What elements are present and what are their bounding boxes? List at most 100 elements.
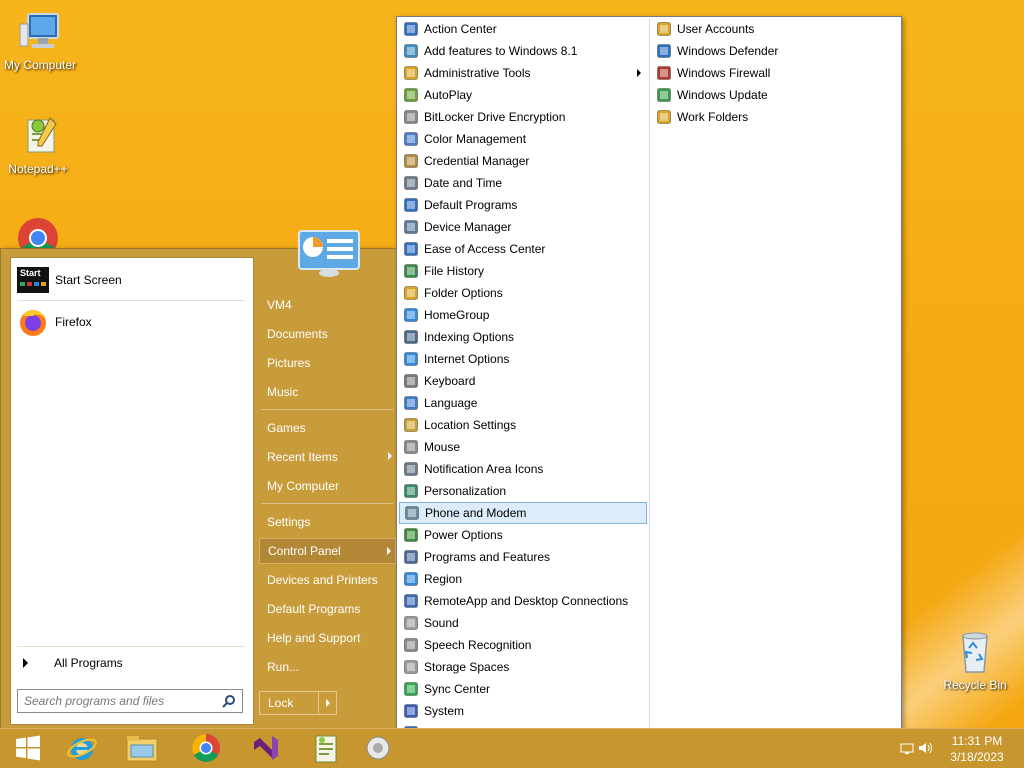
places-default-programs[interactable]: Default Programs (259, 596, 396, 622)
start-button[interactable] (0, 731, 56, 767)
control-panel-item-indexing-options[interactable]: Indexing Options (399, 326, 647, 348)
bitlocker-drive-encryption-icon (403, 109, 419, 125)
control-panel-item-label: Credential Manager (424, 154, 530, 168)
notepad-plus-plus-icon (14, 112, 62, 160)
control-panel-item-label: Notification Area Icons (424, 462, 544, 476)
control-panel-item-date-and-time[interactable]: Date and Time (399, 172, 647, 194)
places-games[interactable]: Games (259, 415, 396, 441)
lock-options-arrow[interactable] (318, 692, 336, 714)
control-panel-item-action-center[interactable]: Action Center (399, 18, 647, 40)
control-panel-item-label: BitLocker Drive Encryption (424, 110, 566, 124)
clock-time: 11:31 PM (951, 734, 1003, 748)
control-panel-item-windows-update[interactable]: Windows Update (652, 84, 900, 106)
power-options-icon (403, 527, 419, 543)
control-panel-item-autoplay[interactable]: AutoPlay (399, 84, 647, 106)
control-panel-item-remoteapp-and-desktop-connections[interactable]: RemoteApp and Desktop Connections (399, 590, 647, 612)
control-panel-item-programs-and-features[interactable]: Programs and Features (399, 546, 647, 568)
control-panel-item-homegroup[interactable]: HomeGroup (399, 304, 647, 326)
control-panel-item-windows-firewall[interactable]: Windows Firewall (652, 62, 900, 84)
control-panel-item-language[interactable]: Language (399, 392, 647, 414)
control-panel-item-speech-recognition[interactable]: Speech Recognition (399, 634, 647, 656)
control-panel-item-notification-area-icons[interactable]: Notification Area Icons (399, 458, 647, 480)
search-box[interactable] (17, 689, 243, 713)
add-features-to-windows-8-1-icon (403, 43, 419, 59)
places-run[interactable]: Run... (259, 654, 396, 680)
sync-center-icon (403, 681, 419, 697)
notification-area-icons-icon (403, 461, 419, 477)
control-panel-item-system[interactable]: System (399, 700, 647, 722)
desktop-icon-recycle-bin[interactable]: Recycle Bin (935, 628, 1015, 692)
control-panel-item-label: Keyboard (424, 374, 476, 388)
control-panel-item-folder-options[interactable]: Folder Options (399, 282, 647, 304)
control-panel-item-ease-of-access-center[interactable]: Ease of Access Center (399, 238, 647, 260)
control-panel-item-credential-manager[interactable]: Credential Manager (399, 150, 647, 172)
windows-defender-icon (656, 43, 672, 59)
taskbar-chrome[interactable] (178, 731, 234, 767)
pinned-firefox[interactable]: Firefox (15, 304, 247, 340)
control-panel-item-label: Add features to Windows 8.1 (424, 44, 578, 58)
network-icon[interactable] (900, 741, 914, 755)
desktop-icon-my-computer[interactable]: My Computer (0, 8, 80, 72)
file-explorer-icon (125, 733, 159, 766)
volume-icon[interactable] (918, 741, 934, 755)
control-panel-item-internet-options[interactable]: Internet Options (399, 348, 647, 370)
all-programs-button[interactable]: All Programs (19, 652, 247, 674)
control-panel-item-work-folders[interactable]: Work Folders (652, 106, 900, 128)
places-settings[interactable]: Settings (259, 509, 396, 535)
control-panel-item-region[interactable]: Region (399, 568, 647, 590)
separator (17, 646, 245, 647)
taskbar-internet-explorer[interactable] (54, 731, 110, 767)
control-panel-item-storage-spaces[interactable]: Storage Spaces (399, 656, 647, 678)
places-devices-and-printers[interactable]: Devices and Printers (259, 567, 396, 593)
places-recent-items[interactable]: Recent Items (259, 444, 396, 470)
control-panel-item-keyboard[interactable]: Keyboard (399, 370, 647, 392)
taskbar-notepad-plus-plus[interactable] (298, 731, 354, 767)
control-panel-item-add-features-to-windows-8-1[interactable]: Add features to Windows 8.1 (399, 40, 647, 62)
control-panel-item-administrative-tools[interactable]: Administrative Tools (399, 62, 647, 84)
places-my-computer[interactable]: My Computer (259, 473, 396, 499)
taskbar-file-explorer[interactable] (114, 731, 170, 767)
places-vm4[interactable]: VM4 (259, 292, 396, 318)
taskbar-visual-studio[interactable] (238, 731, 294, 767)
search-icon[interactable] (222, 694, 236, 711)
control-panel-item-mouse[interactable]: Mouse (399, 436, 647, 458)
device-manager-icon (403, 219, 419, 235)
control-panel-item-bitlocker-drive-encryption[interactable]: BitLocker Drive Encryption (399, 106, 647, 128)
clock[interactable]: 11:31 PM 3/18/2023 (942, 733, 1012, 765)
submenu-arrow-icon (637, 69, 641, 77)
pinned-start-screen[interactable]: Start Start Screen (15, 262, 247, 298)
places-pictures[interactable]: Pictures (259, 350, 396, 376)
desktop-icon-notepad-plus-plus[interactable]: Notepad++ (0, 112, 78, 176)
control-panel-item-sound[interactable]: Sound (399, 612, 647, 634)
control-panel-item-label: Power Options (424, 528, 503, 542)
location-settings-icon (403, 417, 419, 433)
control-panel-item-windows-defender[interactable]: Windows Defender (652, 40, 900, 62)
places-documents[interactable]: Documents (259, 321, 396, 347)
control-panel-item-user-accounts[interactable]: User Accounts (652, 18, 900, 40)
system-icon (403, 703, 419, 719)
taskbar-app-partial[interactable] (358, 731, 398, 767)
control-panel-item-phone-and-modem[interactable]: Phone and Modem (399, 502, 647, 524)
lock-button-group: Lock (259, 691, 337, 715)
control-panel-item-default-programs[interactable]: Default Programs (399, 194, 647, 216)
places-help-and-support[interactable]: Help and Support (259, 625, 396, 651)
control-panel-item-sync-center[interactable]: Sync Center (399, 678, 647, 700)
control-panel-item-power-options[interactable]: Power Options (399, 524, 647, 546)
control-panel-item-device-manager[interactable]: Device Manager (399, 216, 647, 238)
control-panel-item-file-history[interactable]: File History (399, 260, 647, 282)
control-panel-item-personalization[interactable]: Personalization (399, 480, 647, 502)
control-panel-item-location-settings[interactable]: Location Settings (399, 414, 647, 436)
lock-button[interactable]: Lock (260, 692, 318, 714)
places-control-panel[interactable]: Control Panel (259, 538, 396, 564)
places-music[interactable]: Music (259, 379, 396, 405)
visual-studio-icon (250, 732, 282, 767)
recycle-bin-icon (951, 628, 999, 676)
taskbar: 11:31 PM 3/18/2023 (0, 728, 1024, 768)
computer-icon (16, 8, 64, 56)
control-panel-item-color-management[interactable]: Color Management (399, 128, 647, 150)
control-panel-item-label: Phone and Modem (425, 506, 527, 520)
search-input[interactable] (24, 694, 214, 708)
control-panel-item-label: Date and Time (424, 176, 503, 190)
triangle-right-icon (325, 699, 330, 707)
administrative-tools-icon (403, 65, 419, 81)
